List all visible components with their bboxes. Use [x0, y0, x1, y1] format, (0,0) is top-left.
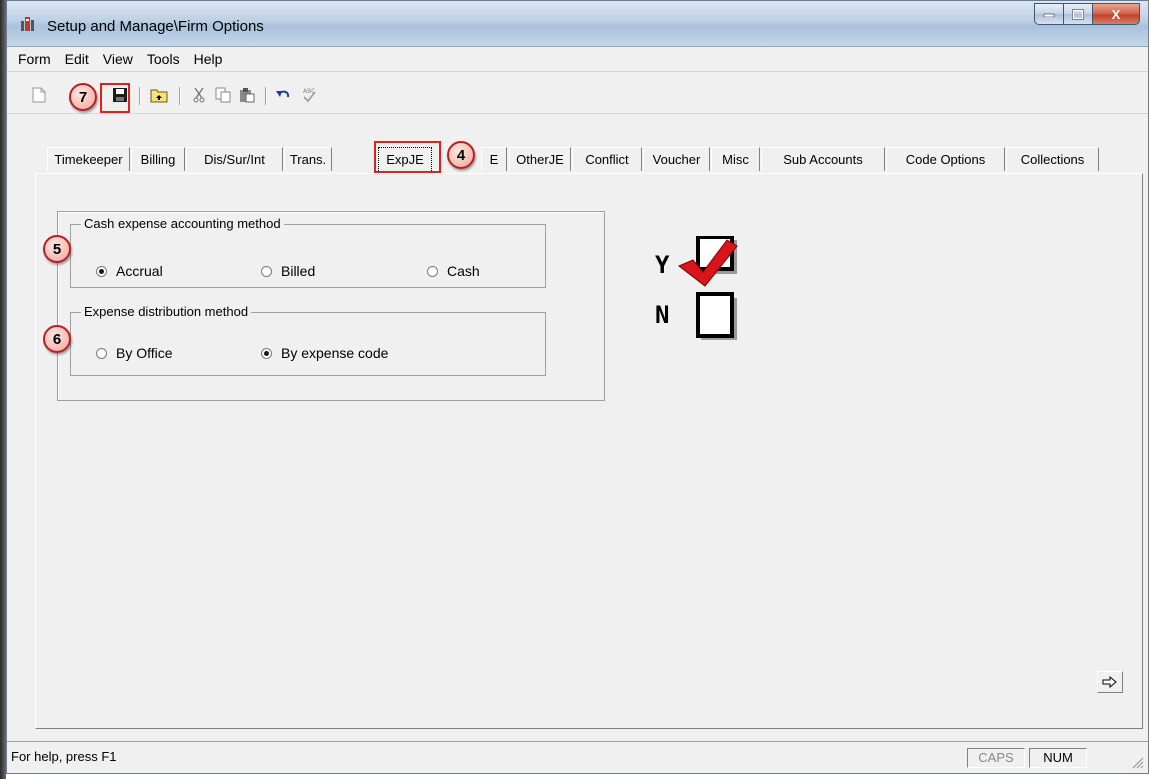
app-icon: [19, 15, 37, 33]
new-document-icon: [32, 87, 46, 103]
radio-cash-label: Cash: [447, 263, 480, 279]
radio-accrual[interactable]: Accrual: [96, 263, 163, 279]
paste-button[interactable]: [237, 85, 257, 105]
status-help-text: For help, press F1: [11, 749, 117, 764]
radio-by-expense-code-circle[interactable]: [261, 347, 272, 359]
cut-button[interactable]: [189, 85, 209, 105]
menu-edit[interactable]: Edit: [58, 48, 96, 70]
yes-letter: Y: [655, 251, 670, 279]
save-button-highlight: [100, 83, 130, 113]
radio-accrual-circle[interactable]: [96, 265, 107, 277]
toolbar-separator: [265, 87, 267, 105]
callout-badge-4: 4: [447, 141, 475, 169]
menu-bar: Form Edit View Tools Help: [7, 47, 1148, 72]
window-title: Setup and Manage\Firm Options: [47, 18, 264, 35]
status-bar: For help, press F1 CAPS NUM: [7, 741, 1148, 772]
callout-badge-5: 5: [43, 235, 71, 263]
cut-icon: [193, 87, 205, 103]
menu-view[interactable]: View: [96, 48, 140, 70]
minimize-button[interactable]: [1034, 3, 1063, 25]
tab-sub-accounts[interactable]: Sub Accounts: [761, 147, 885, 171]
close-icon: X: [1111, 6, 1121, 22]
tab-misc[interactable]: Misc: [711, 147, 760, 171]
yes-no-check-icon: Y N: [655, 235, 738, 340]
distribution-method-group: Expense distribution method By Office By…: [70, 304, 546, 376]
callout-badge-7: 7: [69, 83, 97, 111]
radio-cash-circle[interactable]: [427, 265, 438, 277]
menu-help[interactable]: Help: [187, 48, 230, 70]
radio-by-expense-code-label: By expense code: [281, 345, 389, 361]
maximize-icon: [1072, 8, 1084, 20]
radio-accrual-label: Accrual: [116, 263, 163, 279]
radio-by-office-label: By Office: [116, 345, 173, 361]
arrow-right-icon: [1102, 676, 1117, 688]
radio-by-expense-code[interactable]: By expense code: [261, 345, 388, 361]
callout-badge-6: 6: [43, 325, 71, 353]
tab-trans[interactable]: Trans.: [284, 147, 332, 171]
options-frame: Cash expense accounting method Accrual B…: [57, 211, 605, 401]
toolbar-separator: [179, 87, 181, 105]
tab-billing[interactable]: Billing: [131, 147, 185, 171]
spellcheck-button[interactable]: ABC: [299, 85, 319, 105]
radio-billed-circle[interactable]: [261, 265, 272, 277]
tab-otherje[interactable]: OtherJE: [509, 147, 571, 171]
tab-dis-sur-int[interactable]: Dis/Sur/Int: [186, 147, 283, 171]
status-caps: CAPS: [967, 748, 1025, 768]
tab-timekeeper[interactable]: Timekeeper: [47, 147, 130, 171]
distribution-method-label: Expense distribution method: [81, 304, 252, 320]
paste-icon: [240, 88, 255, 103]
radio-billed-label: Billed: [281, 263, 316, 279]
new-document-button[interactable]: [29, 85, 49, 105]
radio-cash[interactable]: Cash: [427, 263, 480, 279]
menu-form[interactable]: Form: [11, 48, 58, 70]
undo-button[interactable]: [273, 85, 293, 105]
close-button[interactable]: X: [1092, 3, 1140, 25]
tab-strip: Timekeeper Billing Dis/Sur/Int Trans. Ex…: [7, 141, 1148, 173]
tab-collections[interactable]: Collections: [1006, 147, 1099, 171]
radio-by-office[interactable]: By Office: [96, 345, 173, 361]
radio-billed[interactable]: Billed: [261, 263, 315, 279]
radio-by-office-circle[interactable]: [96, 347, 107, 359]
spellcheck-icon: ABC: [303, 88, 316, 103]
no-letter: N: [655, 301, 669, 329]
window-controls: X: [1034, 3, 1140, 25]
toolbar-separator: [139, 87, 141, 105]
undo-icon: [276, 90, 290, 98]
tab-code-options[interactable]: Code Options: [886, 147, 1005, 171]
tab-voucher[interactable]: Voucher: [643, 147, 710, 171]
firm-options-window: Setup and Manage\Firm Options X Form Edi…: [6, 0, 1149, 774]
next-button[interactable]: [1097, 671, 1123, 693]
tab-e[interactable]: E: [481, 147, 507, 171]
menu-tools[interactable]: Tools: [140, 48, 187, 70]
tab-conflict[interactable]: Conflict: [572, 147, 642, 171]
copy-button[interactable]: [213, 85, 233, 105]
maximize-button[interactable]: [1063, 3, 1092, 25]
status-num: NUM: [1029, 748, 1087, 768]
yes-no-checkbox-graphic: Y N: [655, 235, 775, 346]
resize-grip-icon[interactable]: [1130, 755, 1144, 769]
cash-method-label: Cash expense accounting method: [81, 216, 284, 232]
expje-tab-highlight: [374, 141, 441, 173]
copy-icon: [215, 87, 231, 103]
title-bar[interactable]: Setup and Manage\Firm Options X: [7, 1, 1148, 47]
open-folder-button[interactable]: [149, 85, 169, 105]
minimize-icon: [1043, 13, 1055, 17]
cash-method-group: Cash expense accounting method Accrual B…: [70, 216, 546, 288]
open-folder-icon: [150, 89, 168, 103]
toolbar: ABC: [7, 73, 1148, 114]
